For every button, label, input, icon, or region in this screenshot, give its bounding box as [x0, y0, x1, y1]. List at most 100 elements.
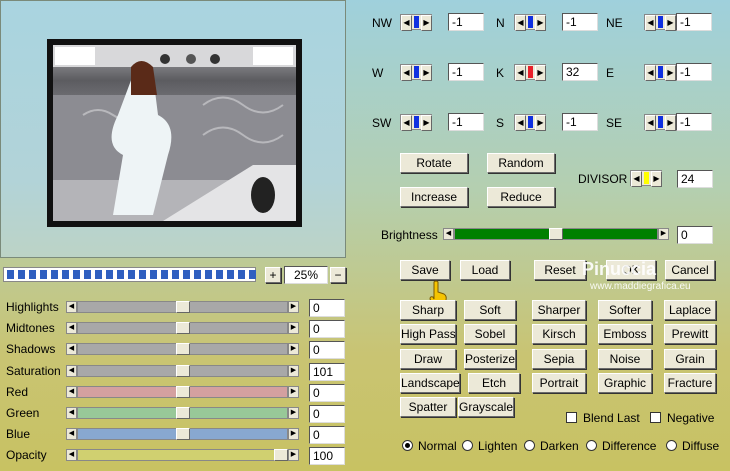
preset-grayscale-button[interactable]: Grayscale — [458, 397, 514, 418]
kernel-thumb[interactable] — [414, 66, 419, 78]
kernel-increase-arrow[interactable]: ▶ — [421, 115, 432, 131]
preset-prewitt-button[interactable]: Prewitt — [664, 324, 716, 345]
preset-kirsch-button[interactable]: Kirsch — [532, 324, 586, 345]
adjust-value[interactable]: 101 — [309, 362, 345, 381]
preset-sepia-button[interactable]: Sepia — [532, 348, 586, 369]
kernel-value-nw[interactable]: -1 — [448, 13, 484, 31]
slider-knob[interactable] — [175, 428, 190, 441]
adjust-value[interactable]: 0 — [309, 405, 345, 423]
slider-knob[interactable] — [175, 407, 190, 419]
save-button[interactable]: Save — [400, 260, 450, 280]
slider-left-arrow[interactable]: ◀ — [66, 385, 77, 398]
kernel-thumb[interactable] — [414, 16, 419, 28]
divisor-value[interactable]: 24 — [677, 170, 713, 188]
slider-right-arrow[interactable]: ▶ — [288, 428, 299, 441]
negative-checkbox[interactable] — [650, 412, 661, 423]
divisor-decrease-arrow[interactable]: ◀ — [631, 171, 642, 187]
preset-posterize-button[interactable]: Posterize — [464, 348, 516, 369]
kernel-increase-arrow[interactable]: ▶ — [535, 115, 546, 131]
preset-grain-button[interactable]: Grain — [664, 348, 716, 369]
kernel-increase-arrow[interactable]: ▶ — [421, 65, 432, 81]
cancel-button[interactable]: Cancel — [665, 260, 715, 280]
adjust-value[interactable]: 100 — [309, 447, 345, 466]
kernel-increase-arrow[interactable]: ▶ — [421, 15, 432, 31]
adjust-value[interactable]: 0 — [309, 383, 345, 402]
slider-right-arrow[interactable]: ▶ — [288, 385, 299, 398]
mode-radio-normal[interactable] — [402, 440, 413, 451]
brightness-left-arrow[interactable]: ◀ — [443, 228, 454, 240]
kernel-slider-nw[interactable]: ◀ ▶ — [400, 14, 432, 31]
brightness-value[interactable]: 0 — [677, 226, 713, 244]
adjust-value[interactable]: 0 — [309, 320, 345, 339]
preset-emboss-button[interactable]: Emboss — [598, 324, 652, 345]
preset-high-pass-button[interactable]: High Pass — [400, 324, 456, 345]
kernel-decrease-arrow[interactable]: ◀ — [401, 15, 412, 31]
kernel-thumb[interactable] — [528, 116, 533, 128]
slider-knob[interactable] — [176, 364, 191, 377]
slider-knob[interactable] — [175, 343, 190, 356]
zoom-in-button[interactable]: + — [265, 267, 281, 283]
kernel-value-se[interactable]: -1 — [676, 113, 712, 131]
kernel-thumb[interactable] — [658, 66, 663, 78]
kernel-slider-w[interactable]: ◀ ▶ — [400, 64, 432, 81]
zoom-out-button[interactable]: − — [330, 267, 346, 283]
kernel-thumb[interactable] — [658, 116, 663, 128]
slider-left-arrow[interactable]: ◀ — [66, 407, 77, 419]
preset-fracture-button[interactable]: Fracture — [664, 372, 716, 393]
blend-last-checkbox[interactable] — [566, 412, 577, 423]
kernel-slider-ne[interactable]: ◀ ▶ — [644, 14, 676, 31]
kernel-value-k[interactable]: 32 — [562, 63, 598, 81]
divisor-slider[interactable]: ◀ ▶ — [630, 170, 662, 187]
kernel-increase-arrow[interactable]: ▶ — [665, 115, 676, 131]
preset-landscape-button[interactable]: Landscape — [400, 372, 460, 393]
kernel-thumb[interactable] — [658, 16, 663, 28]
load-button[interactable]: Load — [460, 260, 510, 280]
kernel-increase-arrow[interactable]: ▶ — [665, 65, 676, 81]
kernel-thumb[interactable] — [528, 66, 533, 78]
kernel-slider-n[interactable]: ◀ ▶ — [514, 14, 546, 31]
slider-knob[interactable] — [175, 322, 190, 335]
preset-sharper-button[interactable]: Sharper — [532, 300, 586, 320]
kernel-value-s[interactable]: -1 — [562, 113, 598, 131]
preset-spatter-button[interactable]: Spatter — [400, 397, 456, 418]
kernel-decrease-arrow[interactable]: ◀ — [401, 115, 412, 131]
slider-left-arrow[interactable]: ◀ — [66, 301, 77, 313]
increase-button[interactable]: Increase — [400, 187, 468, 207]
kernel-increase-arrow[interactable]: ▶ — [665, 15, 676, 31]
divisor-thumb[interactable] — [644, 172, 649, 184]
kernel-decrease-arrow[interactable]: ◀ — [645, 65, 656, 81]
preset-etch-button[interactable]: Etch — [468, 372, 520, 393]
slider-knob[interactable] — [175, 385, 190, 398]
slider-right-arrow[interactable]: ▶ — [288, 407, 299, 419]
random-button[interactable]: Random — [487, 153, 555, 173]
kernel-slider-e[interactable]: ◀ ▶ — [644, 64, 676, 81]
kernel-slider-s[interactable]: ◀ ▶ — [514, 114, 546, 131]
slider-right-arrow[interactable]: ▶ — [288, 301, 299, 313]
kernel-value-ne[interactable]: -1 — [676, 13, 712, 31]
kernel-value-n[interactable]: -1 — [562, 13, 598, 31]
slider-left-arrow[interactable]: ◀ — [66, 343, 77, 356]
preset-sharp-button[interactable]: Sharp — [400, 300, 456, 320]
slider-track[interactable] — [77, 449, 288, 462]
brightness-right-arrow[interactable]: ▶ — [658, 228, 669, 240]
adjust-value[interactable]: 0 — [309, 341, 345, 360]
adjust-value[interactable]: 0 — [309, 426, 345, 445]
kernel-slider-se[interactable]: ◀ ▶ — [644, 114, 676, 131]
preset-graphic-button[interactable]: Graphic — [598, 372, 652, 393]
slider-left-arrow[interactable]: ◀ — [66, 322, 77, 335]
kernel-value-sw[interactable]: -1 — [448, 113, 484, 131]
kernel-value-w[interactable]: -1 — [448, 63, 484, 81]
reduce-button[interactable]: Reduce — [487, 187, 555, 207]
kernel-thumb[interactable] — [528, 16, 533, 28]
kernel-decrease-arrow[interactable]: ◀ — [515, 65, 526, 81]
slider-right-arrow[interactable]: ▶ — [288, 322, 299, 335]
kernel-increase-arrow[interactable]: ▶ — [535, 65, 546, 81]
kernel-slider-k[interactable]: ◀ ▶ — [514, 64, 546, 81]
mode-radio-diffuse[interactable] — [666, 440, 677, 451]
slider-knob[interactable] — [175, 301, 190, 313]
kernel-decrease-arrow[interactable]: ◀ — [401, 65, 412, 81]
mode-radio-lighten[interactable] — [462, 440, 473, 451]
mode-radio-darken[interactable] — [524, 440, 535, 451]
preset-softer-button[interactable]: Softer — [598, 300, 652, 320]
kernel-thumb[interactable] — [414, 116, 419, 128]
